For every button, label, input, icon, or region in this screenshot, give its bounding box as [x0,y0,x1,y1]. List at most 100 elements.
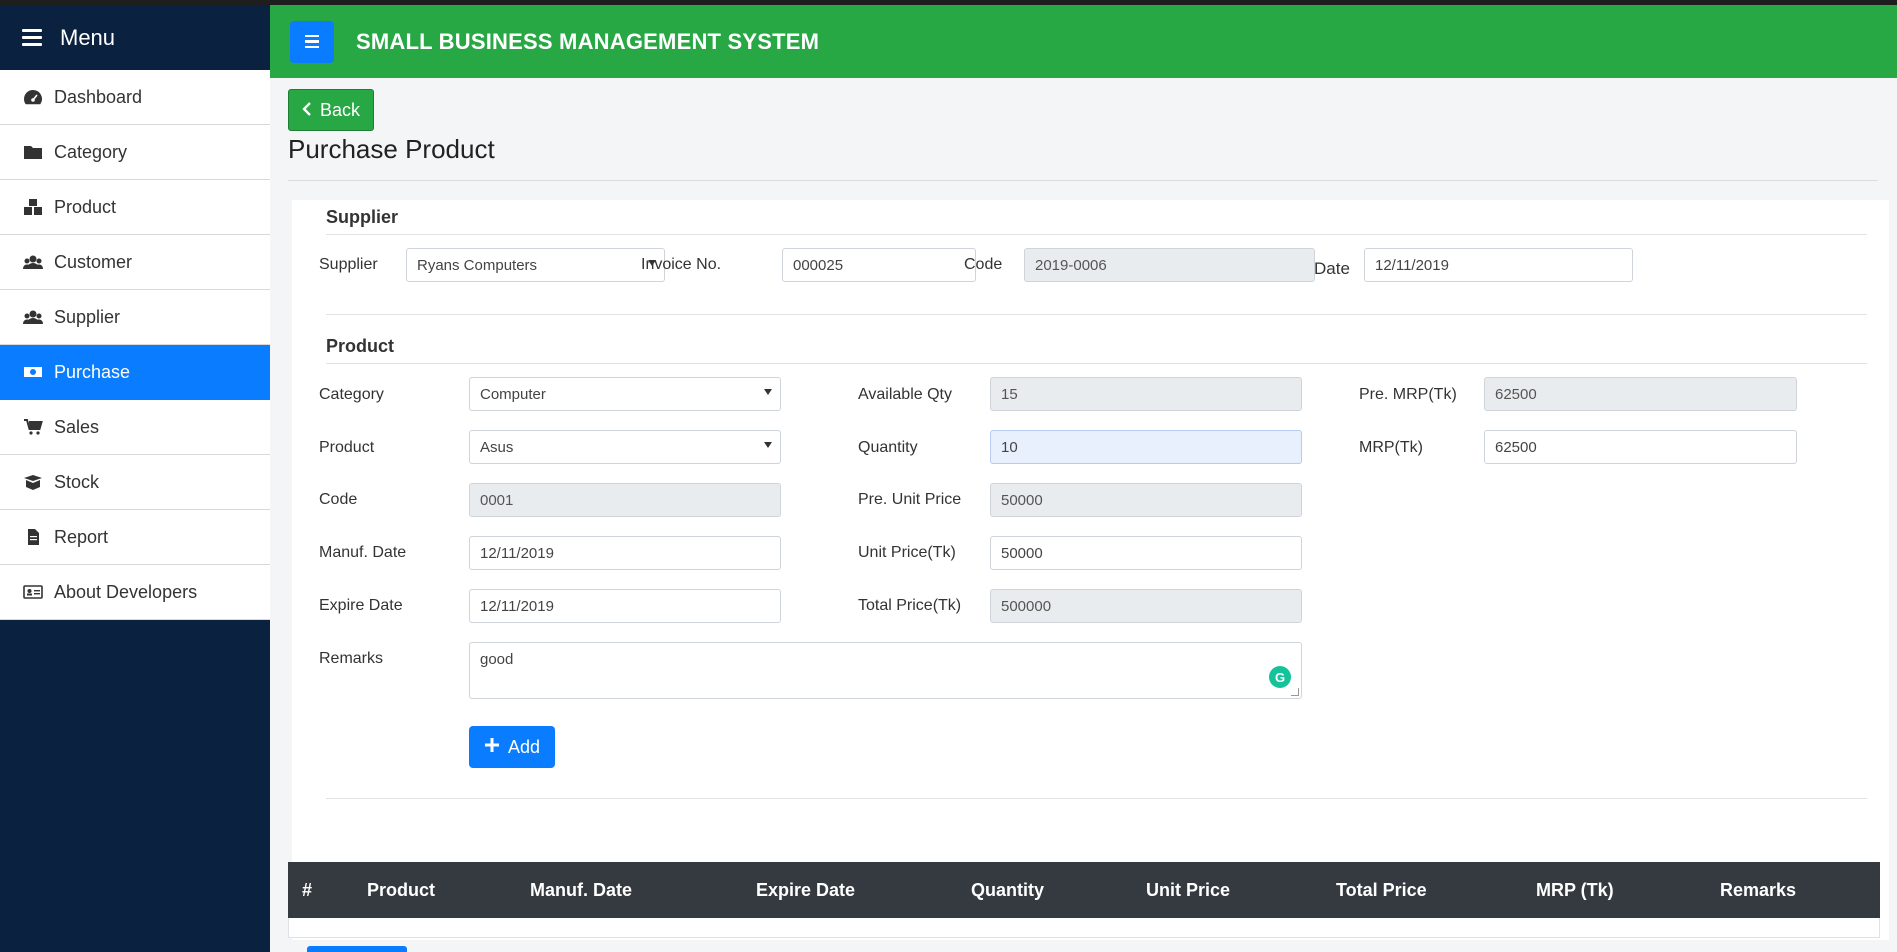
column-header: Remarks [1720,880,1797,900]
mrp-label: MRP(Tk) [1359,439,1423,456]
resize-handle[interactable] [1291,688,1299,696]
invoice-input-value: 000025 [793,256,844,274]
product-select[interactable]: Asus [469,430,781,464]
back-button-label: Back [319,99,361,120]
add-button[interactable]: Add [469,726,555,768]
invoice-input[interactable]: 000025 [782,248,976,282]
product-label: Product [319,439,375,456]
menu-icon [22,29,42,46]
sidebar-item-dashboard[interactable]: Dashboard [0,70,270,125]
available-qty-field: 15 [990,377,1302,411]
unit-price-input[interactable]: 50000 [990,536,1302,570]
pre-mrp-value: 62500 [1495,385,1537,403]
main-content: Back Purchase Product Supplier Supplier … [270,78,1897,952]
column-header: Quantity [971,880,1045,900]
sidebar-item-supplier[interactable]: Supplier [0,290,270,345]
divider [326,798,1867,799]
expire-date-value: 12/11/2019 [480,597,554,615]
supplier-code-value: 2019-0006 [1035,256,1107,274]
mrp-input[interactable]: 62500 [1484,430,1797,464]
sidebar-item-purchase[interactable]: Purchase [0,345,270,400]
quantity-value: 10 [1001,438,1018,456]
sidebar-item-label: Report [54,526,109,547]
chevron-left-icon [302,100,312,121]
sidebar-header[interactable]: Menu [0,5,270,70]
chevron-down-icon [764,442,772,448]
product-code-label: Code [319,491,358,508]
sidebar-item-sales[interactable]: Sales [0,400,270,455]
section-title-supplier: Supplier [326,207,399,227]
date-input-value: 12/11/2019 [1375,256,1449,274]
plus-icon [484,737,500,758]
expire-date-input[interactable]: 12/11/2019 [469,589,781,623]
page-title: Purchase Product [288,134,495,164]
product-code-field: 0001 [469,483,781,517]
product-code-value: 0001 [480,491,514,509]
supplier-label: Supplier [319,256,378,273]
available-qty-value: 15 [1001,385,1018,403]
boxes-icon [22,198,44,216]
expire-date-label: Expire Date [319,597,403,614]
mrp-value: 62500 [1495,438,1537,456]
cart-icon [22,418,44,436]
remarks-label: Remarks [319,650,384,667]
remarks-textarea[interactable]: good G [469,642,1302,699]
sidebar-item-label: Supplier [54,306,121,327]
pre-mrp-label: Pre. MRP(Tk) [1359,386,1457,403]
supplier-select[interactable]: Ryans Computers [406,248,665,282]
total-price-label: Total Price(Tk) [858,597,962,614]
pre-unit-price-value: 50000 [1001,491,1043,509]
sidebar-item-label: Product [54,196,117,217]
date-label: Date [1314,259,1350,278]
column-header: Expire Date [756,880,856,900]
id-card-icon [22,583,44,601]
divider [326,314,1867,315]
sidebar-item-label: Purchase [54,361,131,382]
users-icon [22,253,44,271]
supplier-code-field: 2019-0006 [1024,248,1315,282]
folder-icon [22,143,44,161]
column-header: Unit Price [1146,880,1231,900]
category-label: Category [319,386,384,403]
supplier-code-label: Code [964,256,1003,273]
button-partial[interactable] [307,946,407,952]
sidebar-item-customer[interactable]: Customer [0,235,270,290]
sidebar-item-report[interactable]: Report [0,510,270,565]
dashboard-icon [22,88,44,106]
unit-price-value: 50000 [1001,544,1043,562]
divider [326,363,1867,364]
total-price-value: 500000 [1001,597,1052,615]
purchase-table-header: # Product Manuf. Date Expire Date Quanti… [288,862,1880,918]
sidebar-item-product[interactable]: Product [0,180,270,235]
money-icon [22,363,44,381]
manuf-date-value: 12/11/2019 [480,544,554,562]
manuf-date-label: Manuf. Date [319,544,407,561]
column-header: # [302,880,313,900]
sidebar-item-stock[interactable]: Stock [0,455,270,510]
date-input[interactable]: 12/11/2019 [1364,248,1633,282]
sidebar-item-category[interactable]: Category [0,125,270,180]
sidebar-item-about-developers[interactable]: About Developers [0,565,270,620]
column-header: Product [367,880,436,900]
box-open-icon [22,473,44,491]
available-qty-label: Available Qty [858,386,952,403]
divider [288,180,1878,181]
total-price-field: 500000 [990,589,1302,623]
quantity-input[interactable]: 10 [990,430,1302,464]
grammarly-icon[interactable]: G [1269,666,1291,688]
unit-price-label: Unit Price(Tk) [858,544,956,561]
category-select[interactable]: Computer [469,377,781,411]
column-header: Total Price [1336,880,1427,900]
pre-unit-price-field: 50000 [990,483,1302,517]
divider [326,234,1867,235]
back-button[interactable]: Back [288,89,374,131]
column-header: MRP (Tk) [1536,880,1614,900]
sidebar-item-label: Category [54,141,128,162]
sidebar-item-label: Customer [54,251,133,272]
product-select-value: Asus [480,438,514,456]
column-header: Manuf. Date [530,880,633,900]
sidebar: Menu Dashboard Category Product Customer… [0,5,270,952]
manuf-date-input[interactable]: 12/11/2019 [469,536,781,570]
quantity-label: Quantity [858,439,918,456]
sidebar-toggle-button[interactable] [290,20,334,63]
